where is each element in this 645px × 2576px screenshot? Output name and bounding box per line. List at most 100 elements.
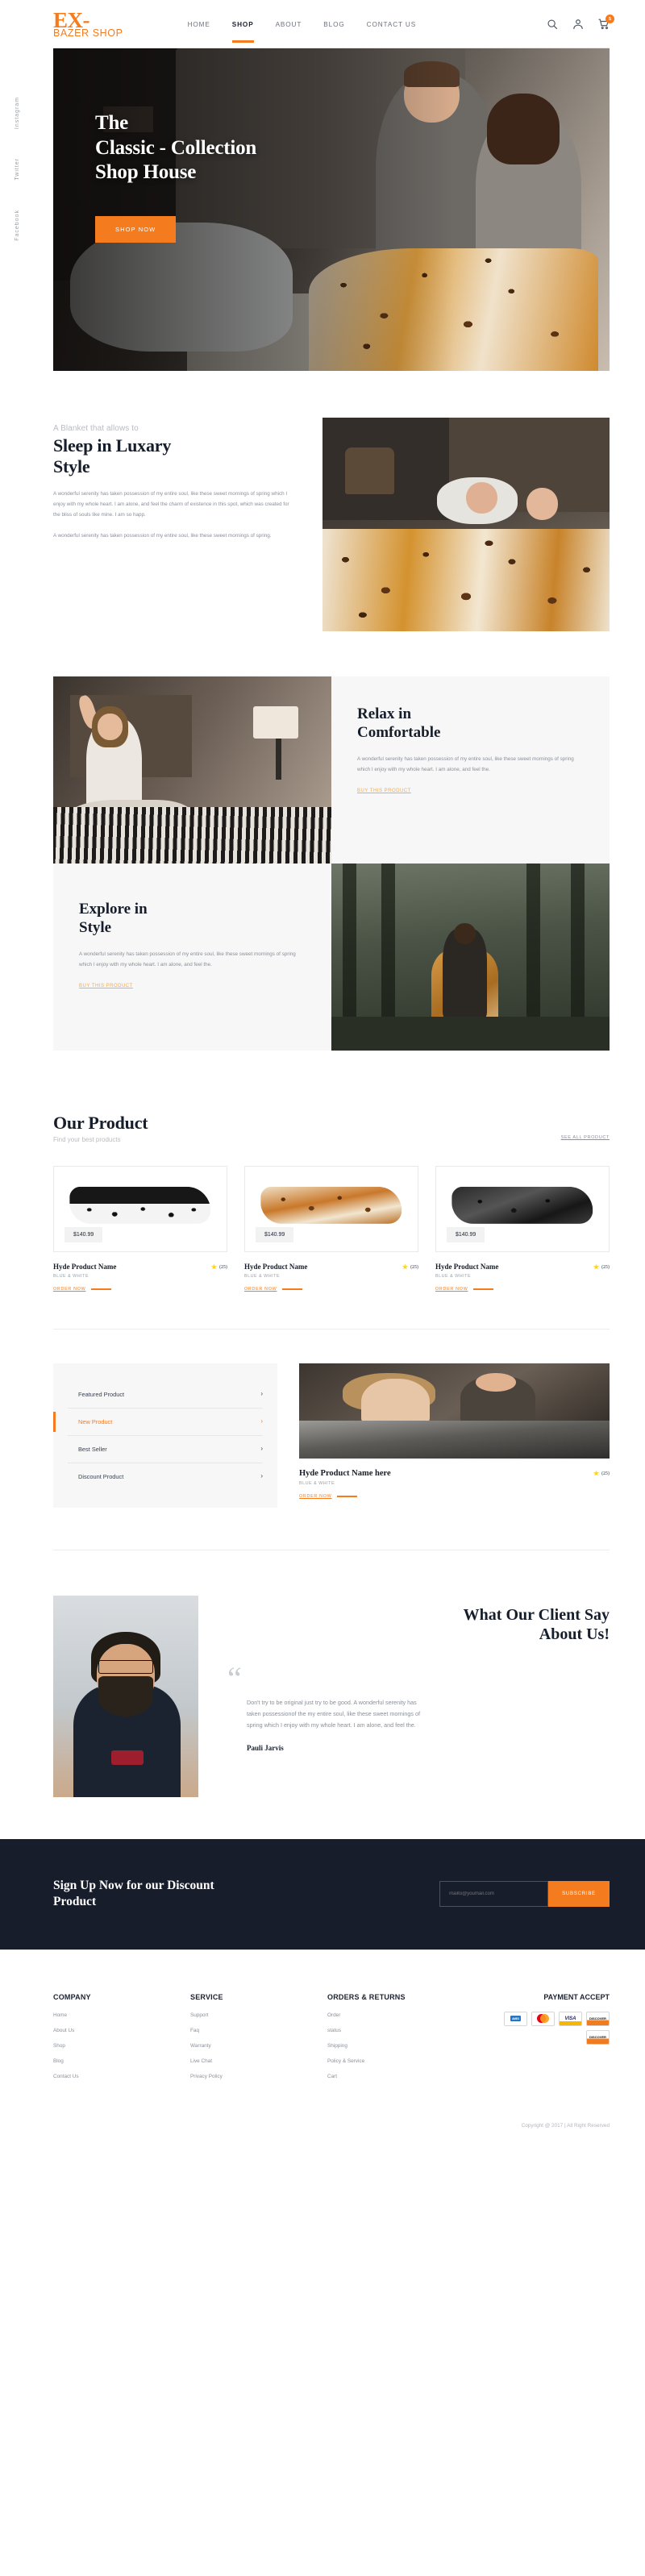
footer-link-about-us[interactable]: About Us [53, 2028, 190, 2033]
search-icon[interactable] [547, 19, 558, 30]
arrow-line-icon [282, 1288, 303, 1290]
footer-link-contact-us[interactable]: Contact Us [53, 2074, 190, 2079]
product-price: $140.99 [447, 1226, 485, 1242]
footer-heading: SERVICE [190, 1992, 223, 2001]
category-feature-section: Featured Product › New Product › Best Se… [53, 1363, 610, 1508]
quote-icon: “ [227, 1659, 242, 1696]
nav-item-contact-us[interactable]: CONTACT US [367, 18, 416, 31]
newsletter-form: SUBSCRIBE [439, 1881, 610, 1908]
footer-link-home[interactable]: Home [53, 2012, 190, 2018]
relax-paragraph: A wonderful serenity has taken possessio… [357, 755, 574, 772]
footer-link-policy-service[interactable]: Policy & Service [327, 2058, 464, 2064]
relax-row: Relax in Comfortable A wonderful serenit… [53, 676, 610, 864]
star-icon: ★ [402, 1263, 408, 1271]
explore-image [331, 864, 610, 1051]
newsletter-section: Sign Up Now for our Discount Product SUB… [0, 1838, 645, 1950]
explore-paragraph: A wonderful serenity has taken possessio… [79, 951, 296, 968]
shop-now-button[interactable]: SHOP NOW [95, 215, 177, 243]
footer-link-shop[interactable]: Shop [53, 2043, 190, 2049]
relax-buy-link[interactable]: BUY THIS PRODUCT [357, 789, 411, 793]
arrow-line-icon [91, 1288, 112, 1290]
user-account-icon[interactable] [572, 19, 584, 30]
footer-link-warranty[interactable]: Warranty [190, 2043, 327, 2049]
social-rail: Instagram Twitter Facebook [15, 97, 20, 241]
social-link-facebook[interactable]: Facebook [15, 210, 20, 241]
category-item-new-product[interactable]: New Product › [53, 1409, 263, 1436]
logo-secondary: BAZER SHOP [53, 27, 123, 40]
footer-link-live-chat[interactable]: Live Chat [190, 2058, 327, 2064]
category-item-best-seller[interactable]: Best Seller › [68, 1436, 263, 1463]
nav-item-about[interactable]: ABOUT [276, 18, 302, 31]
subscribe-button[interactable]: SUBSCRIBE [548, 1881, 610, 1908]
order-now-label: ORDER NOW [435, 1286, 468, 1292]
order-now-button[interactable]: ORDER NOW [435, 1287, 610, 1292]
sleep-title: Sleep in Luxary Style [53, 435, 295, 477]
footer-link-cart[interactable]: Cart [327, 2074, 464, 2079]
footer-heading: COMPANY [53, 1992, 91, 2001]
footer-link-support[interactable]: Support [190, 2012, 327, 2018]
category-item-featured-product[interactable]: Featured Product › [68, 1381, 263, 1409]
logo[interactable]: EX- BAZER SHOP [53, 10, 123, 39]
social-link-instagram[interactable]: Instagram [15, 97, 20, 129]
product-image: $140.99 [53, 1165, 227, 1252]
product-card[interactable]: $140.99 Hyde Product Name ★ (25) BLUE & … [244, 1165, 418, 1292]
product-color: BLUE & WHITE [435, 1273, 472, 1279]
explore-buy-link[interactable]: BUY THIS PRODUCT [79, 984, 133, 988]
category-item-discount-product[interactable]: Discount Product › [68, 1463, 263, 1490]
hero-banner: The Classic - Collection Shop House SHOP… [53, 48, 610, 371]
newsletter-title-line-1: Sign Up Now for our Discount [53, 1878, 214, 1892]
see-all-product-link[interactable]: SEE ALL PRODUCT [561, 1135, 610, 1143]
social-link-twitter[interactable]: Twitter [15, 158, 20, 181]
category-list: Featured Product › New Product › Best Se… [53, 1363, 277, 1508]
chevron-right-icon: › [260, 1472, 263, 1480]
featured-order-now-button[interactable]: ORDER NOW [299, 1494, 610, 1499]
testimonial-section: What Our Client Say About Us! “ Don't tr… [53, 1595, 610, 1797]
sleep-title-line-2: Style [53, 456, 90, 476]
footer-link-status[interactable]: status [327, 2028, 464, 2033]
footer-link-privacy-policy[interactable]: Privacy Policy [190, 2074, 327, 2079]
sleep-paragraph-2: A wonderful serenity has taken possessio… [53, 532, 272, 539]
newsletter-email-input[interactable] [439, 1881, 549, 1908]
cart-count-badge: 5 [605, 15, 614, 23]
testimonial-title: What Our Client Say About Us! [227, 1605, 610, 1645]
page-root: EX- BAZER SHOP HOME SHOP ABOUT BLOG CONT… [0, 0, 645, 2166]
sleep-eyebrow: A Blanket that allows to [53, 424, 139, 433]
site-header: EX- BAZER SHOP HOME SHOP ABOUT BLOG CONT… [0, 0, 645, 48]
footer-column-service: SERVICE Support Faq Warranty Live Chat P… [190, 1993, 327, 2089]
product-image: $140.99 [435, 1165, 610, 1252]
star-icon: ★ [593, 1263, 599, 1271]
featured-product[interactable]: Hyde Product Name here ★ (25) BLUE & WHI… [299, 1363, 610, 1508]
sleep-title-line-1: Sleep in Luxary [53, 435, 172, 456]
product-color: BLUE & WHITE [53, 1273, 89, 1279]
product-card[interactable]: $140.99 Hyde Product Name ★ (25) BLUE & … [435, 1165, 610, 1292]
product-card[interactable]: $140.99 Hyde Product Name ★ (25) BLUE & … [53, 1165, 227, 1292]
footer-link-order[interactable]: Order [327, 2012, 464, 2018]
nav-item-shop[interactable]: SHOP [231, 18, 254, 43]
footer-payment-column: PAYMENT ACCEPT AMEX VISA DISCOVER DISCOV… [501, 1993, 610, 2089]
sleep-image [322, 418, 610, 631]
mastercard-card-icon [531, 2011, 555, 2026]
nav-item-blog[interactable]: BLOG [323, 18, 344, 31]
footer-link-shipping[interactable]: Shipping [327, 2043, 464, 2049]
section-divider [53, 1328, 610, 1330]
newsletter-title-line-2: Product [53, 1895, 97, 1909]
featured-product-name: Hyde Product Name here [299, 1468, 391, 1478]
order-now-button[interactable]: ORDER NOW [53, 1287, 227, 1292]
testimonial-portrait [53, 1595, 198, 1797]
order-now-label: ORDER NOW [244, 1286, 277, 1292]
nav-item-home[interactable]: HOME [188, 18, 210, 31]
newsletter-title: Sign Up Now for our Discount Product [53, 1878, 295, 1911]
relax-text-block: Relax in Comfortable A wonderful serenit… [331, 676, 610, 864]
product-grid: $140.99 Hyde Product Name ★ (25) BLUE & … [53, 1165, 610, 1292]
featured-product-name-row: Hyde Product Name here ★ (25) [299, 1469, 610, 1478]
testimonial-title-line-1: What Our Client Say [463, 1605, 610, 1624]
our-product-title: Our Product [53, 1113, 148, 1133]
cart-icon[interactable]: 5 [598, 15, 614, 30]
discover-card-icon: DISCOVER [586, 2011, 610, 2026]
product-rating-count: (25) [410, 1264, 418, 1270]
product-rating: ★ (25) [402, 1263, 418, 1271]
footer-link-faq[interactable]: Faq [190, 2028, 327, 2033]
footer-link-blog[interactable]: Blog [53, 2058, 190, 2064]
relax-image [53, 676, 331, 864]
order-now-button[interactable]: ORDER NOW [244, 1287, 418, 1292]
